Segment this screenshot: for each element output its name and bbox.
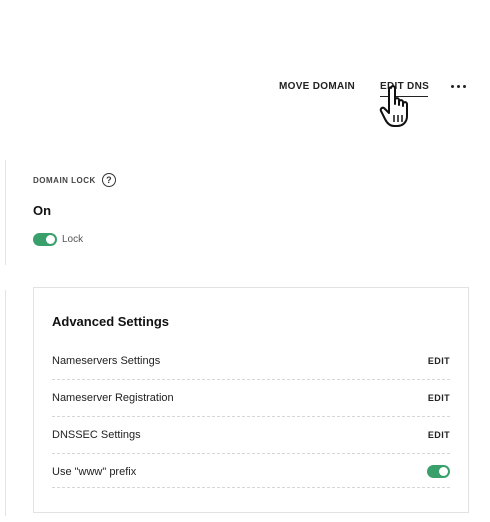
row-divider (52, 487, 450, 488)
dnssec-settings-row: DNSSEC Settings EDIT (52, 416, 450, 453)
domain-lock-toggle-label: Lock (62, 234, 84, 245)
domain-lock-toggle-row: Lock (33, 233, 83, 246)
www-prefix-toggle[interactable] (427, 465, 450, 478)
nameservers-settings-row: Nameservers Settings EDIT (52, 342, 450, 379)
www-prefix-row: Use "www" prefix (52, 453, 450, 490)
advanced-settings-title: Advanced Settings (52, 314, 170, 329)
left-panel-border (5, 290, 6, 516)
domain-lock-toggle[interactable] (33, 233, 57, 246)
nameserver-registration-edit-button[interactable]: EDIT (428, 393, 450, 403)
left-panel-border (5, 160, 6, 265)
domain-lock-header: DOMAIN LOCK ? (33, 172, 116, 188)
domain-lock-label: DOMAIN LOCK (33, 175, 96, 185)
nameserver-registration-row: Nameserver Registration EDIT (52, 379, 450, 416)
row-label: Nameservers Settings (52, 354, 161, 367)
hand-pointer-cursor-icon (379, 85, 408, 127)
dnssec-settings-edit-button[interactable]: EDIT (428, 430, 450, 440)
row-label: Use "www" prefix (52, 465, 137, 478)
nameservers-settings-edit-button[interactable]: EDIT (428, 356, 450, 366)
question-circle-icon[interactable]: ? (101, 173, 116, 187)
row-label: DNSSEC Settings (52, 428, 141, 441)
domain-lock-status: On (33, 203, 52, 218)
row-label: Nameserver Registration (52, 391, 174, 404)
advanced-settings-card: Advanced Settings Nameservers Settings E… (33, 287, 469, 513)
move-domain-link[interactable]: MOVE DOMAIN (279, 81, 355, 92)
ellipsis-icon[interactable] (451, 84, 469, 90)
